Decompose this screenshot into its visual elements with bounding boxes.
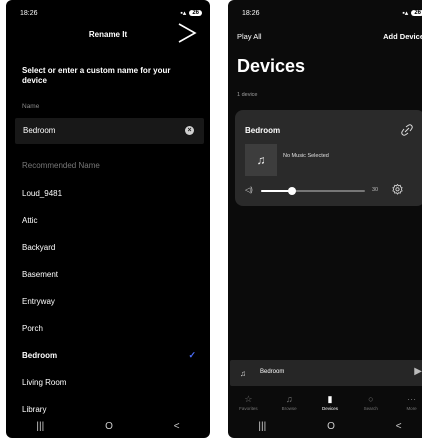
battery-badge: 26 [411,10,422,16]
star-icon: ☆ [244,394,253,404]
status-time: 18:26 [20,9,38,17]
option-label: Backyard [22,242,56,252]
home-button[interactable]: O [105,421,113,432]
option-label: Bedroom [22,350,58,360]
device-count: 1 device [237,92,258,98]
tab-label: Browse [281,406,297,411]
volume-slider[interactable] [261,187,365,195]
tab-label: Search [363,406,378,411]
tab-browse[interactable]: ♫ Browse [271,394,307,416]
status-icons: ▪▴ 26 [180,9,202,17]
more-icon: ··· [407,394,417,404]
tab-devices[interactable]: ▮ Devices [312,394,348,416]
name-option[interactable]: Attic [22,213,196,227]
tab-favorites[interactable]: ☆ Favorites [230,394,266,416]
option-label: Loud_9481 [22,188,63,198]
mini-player-title: Bedroom [260,369,285,375]
album-art-placeholder: ♫ [245,144,277,176]
link-icon[interactable] [401,124,413,136]
device-name: Bedroom [245,126,281,135]
status-icons: ▪▴ 26 [402,9,422,17]
battery-badge: 26 [189,10,202,16]
system-nav-bar: ||| O < [228,418,422,434]
name-option[interactable]: Loud_9481 [22,186,196,200]
rename-heading: Select or enter a custom name for your d… [22,66,171,85]
option-label: Living Room [22,377,67,387]
status-bar: 18:26 ▪▴ 26 [20,6,202,20]
music-note-icon: ♫ [285,394,293,404]
signal-icon: ▪▴ [402,10,409,17]
name-option[interactable]: Porch [22,321,196,335]
name-input[interactable]: Bedroom × [15,118,204,144]
option-label: Entryway [22,296,55,306]
name-option[interactable]: Entryway [22,294,196,308]
page-title: Devices [237,56,306,76]
search-icon: ○ [368,394,374,404]
name-input-value: Bedroom [23,126,56,135]
name-option[interactable]: Living Room [22,375,196,389]
rename-screen: 18:26 ▪▴ 26 Rename It Select or enter a … [6,0,210,438]
recents-button[interactable]: ||| [36,421,44,432]
speaker-icon: ▮ [327,394,333,404]
play-all-button[interactable]: Play All [237,32,262,41]
option-label: Porch [22,323,43,333]
add-device-button[interactable]: Add Device [383,32,422,41]
bottom-tab-bar: ☆ Favorites ♫ Browse ▮ Devices ○ Search ··· M… [228,394,422,416]
music-note-icon: ♫ [240,368,246,378]
tab-more[interactable]: ··· More [394,394,422,416]
volume-icon: ◁) [245,187,253,194]
device-card[interactable]: Bedroom ♫ No Music Selected ◁) 30 [235,110,422,206]
signal-icon: ▪▴ [180,10,187,17]
tab-label: More [406,406,417,411]
devices-screen: 18:26 ▪▴ 26 Play All Add Device Devices … [228,0,422,438]
name-label: Name [22,103,40,110]
back-button[interactable]: < [396,421,402,432]
volume-knob[interactable] [288,187,297,195]
status-time: 18:26 [242,9,260,17]
play-icon[interactable]: ▶ [414,366,422,377]
clear-icon[interactable]: × [185,126,194,135]
status-bar: 18:26 ▪▴ 26 [242,6,422,20]
name-option-selected[interactable]: Bedroom ✓ [22,348,196,362]
recents-button[interactable]: ||| [258,421,266,432]
name-option[interactable]: Library [22,402,196,416]
name-option[interactable]: Backyard [22,240,196,254]
music-note-icon: ♫ [256,153,266,167]
mini-player[interactable]: ♫ Bedroom ▶ [230,360,422,386]
option-label: Attic [22,215,38,225]
home-button[interactable]: O [327,421,335,432]
tab-search[interactable]: ○ Search [353,394,389,416]
option-label: Library [22,404,47,414]
system-nav-bar: ||| O < [6,418,210,434]
gear-icon[interactable] [392,184,403,195]
next-arrow-icon[interactable] [174,20,200,46]
recommended-label: Recommended Name [22,161,100,170]
option-label: Basement [22,269,59,279]
volume-value: 30 [372,187,379,193]
back-button[interactable]: < [174,421,180,432]
tab-label: Devices [321,406,338,411]
now-playing-text: No Music Selected [283,153,329,159]
tab-label: Favorites [239,406,258,411]
checkmark-icon: ✓ [188,349,196,360]
name-option[interactable]: Basement [22,267,196,281]
